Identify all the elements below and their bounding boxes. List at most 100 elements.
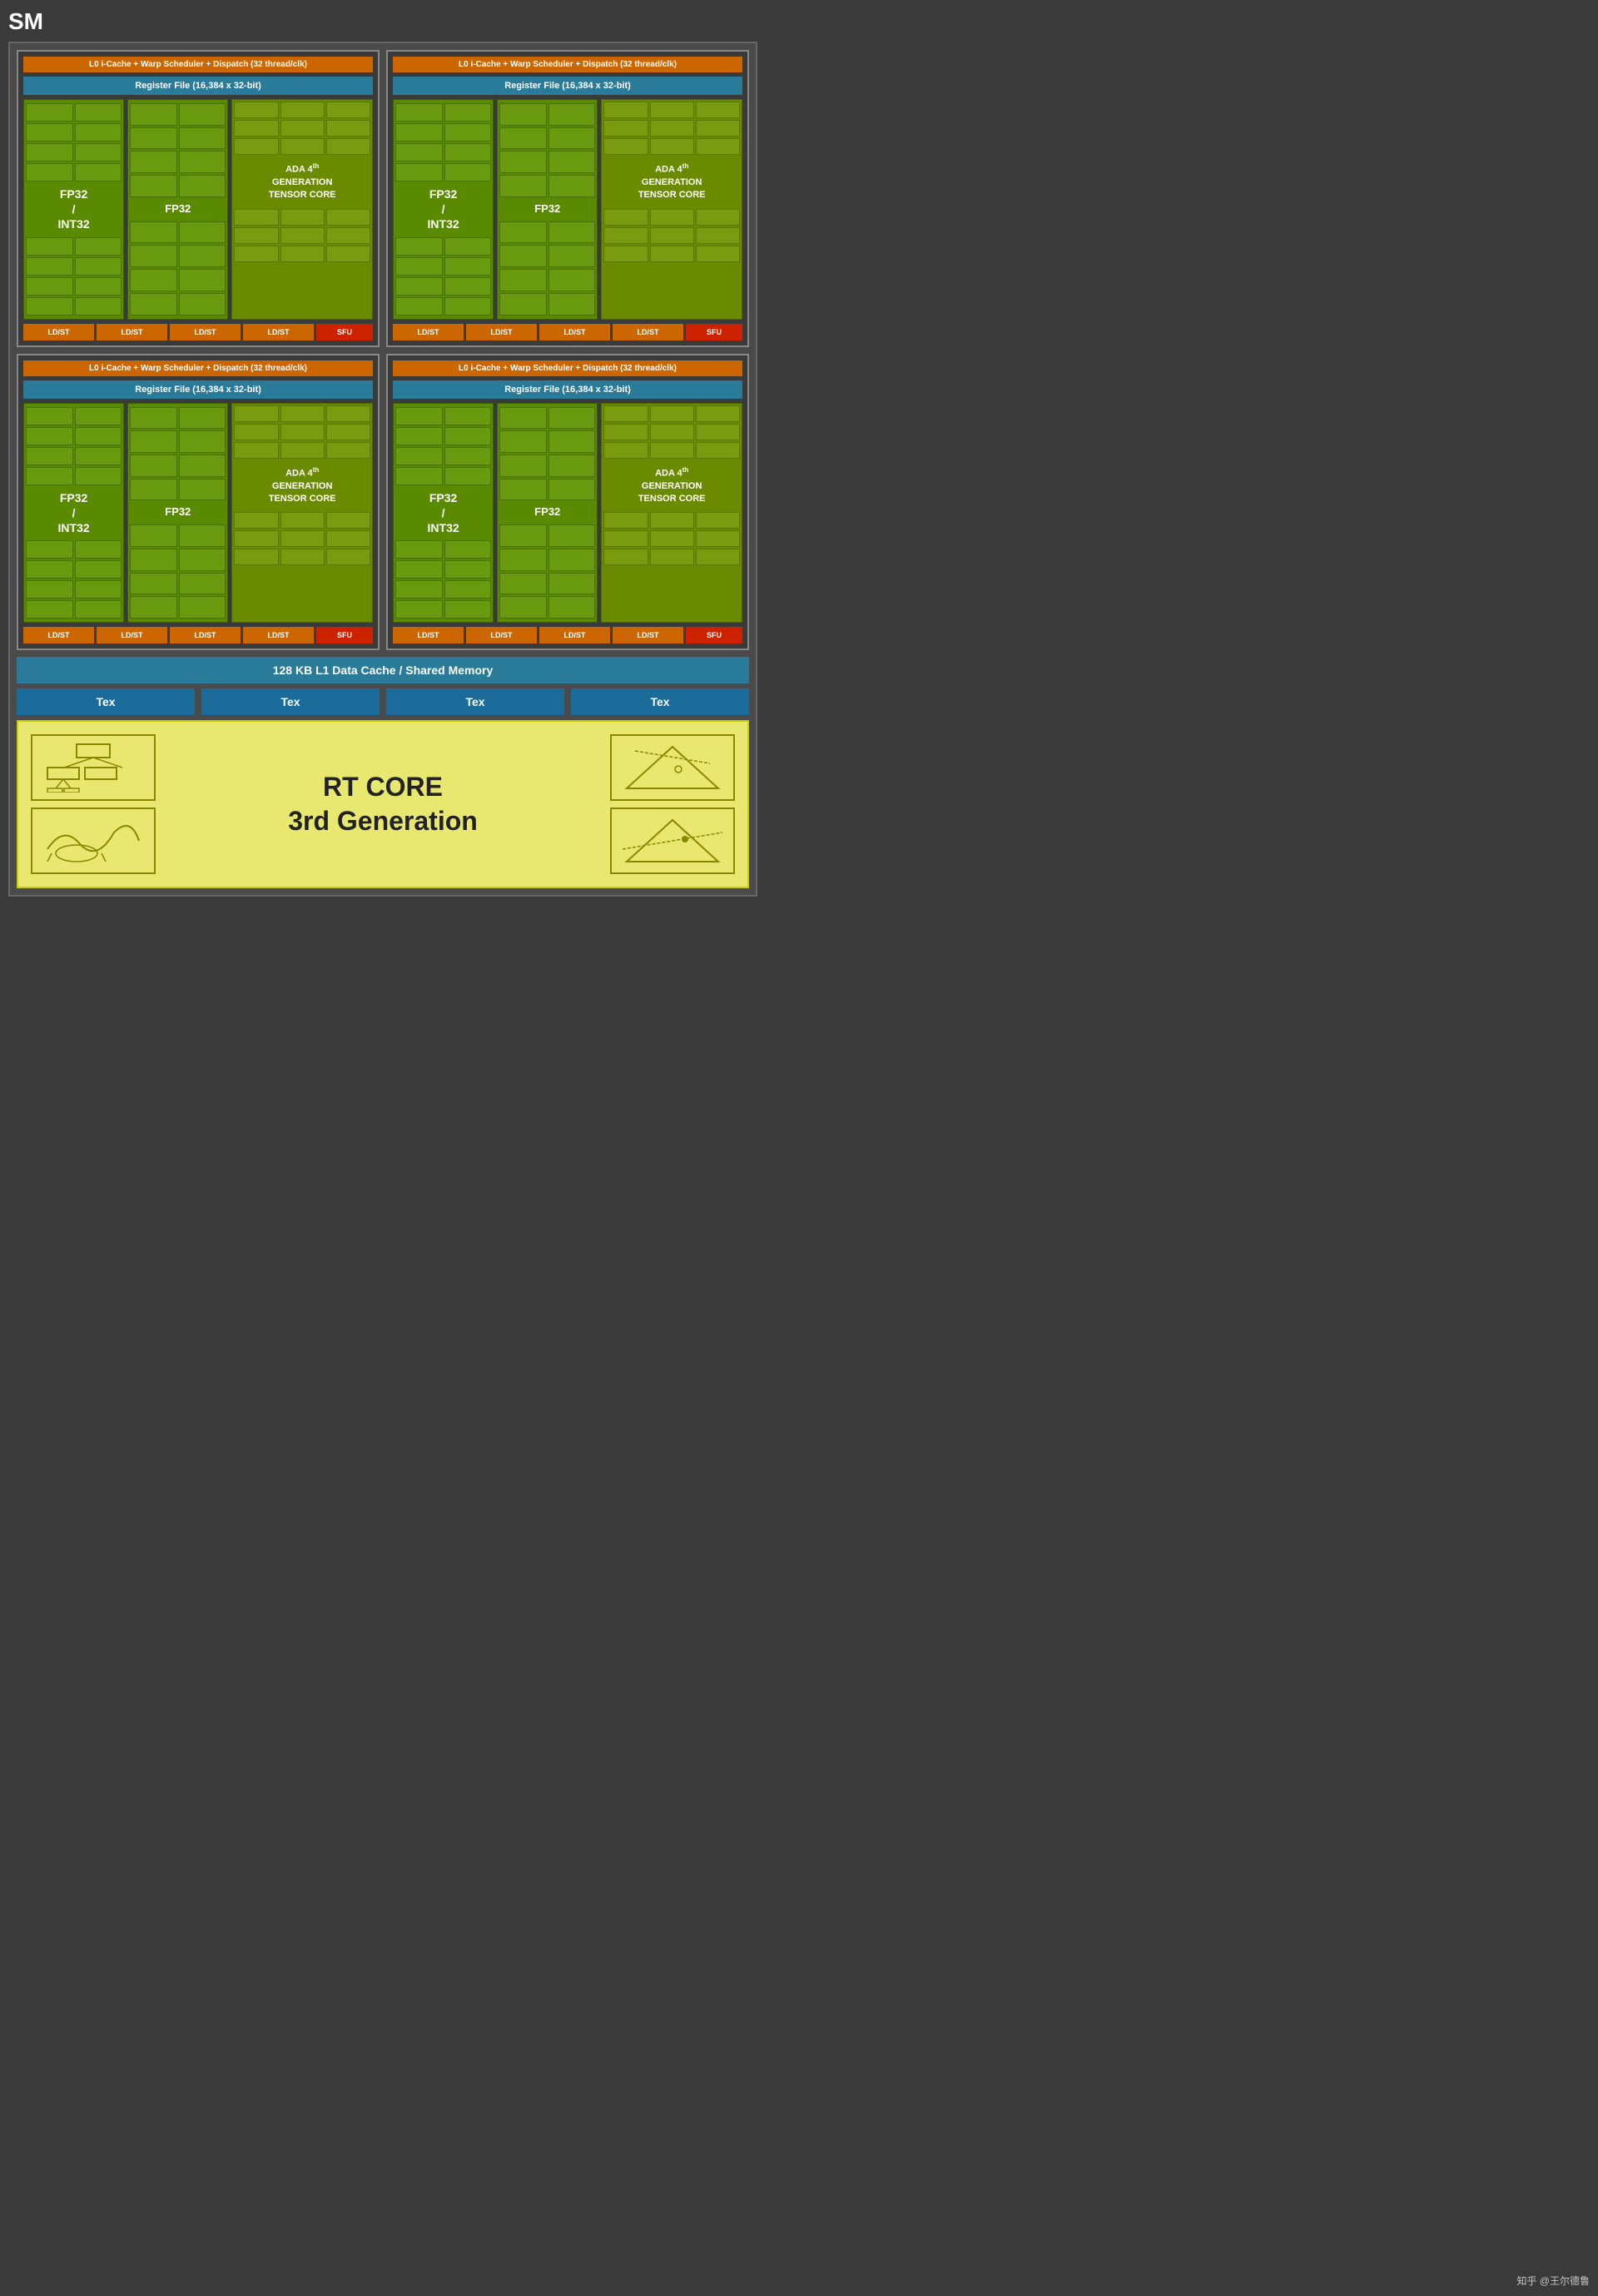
tensor-cell [696, 549, 740, 565]
tensor-cell [326, 246, 370, 262]
warp-scheduler-3: L0 i-Cache + Warp Scheduler + Dispatch (… [23, 360, 373, 376]
cu-cell [548, 549, 596, 571]
tensor-cell [280, 512, 325, 529]
cu-cell [444, 277, 492, 296]
quadrant-2: L0 i-Cache + Warp Scheduler + Dispatch (… [386, 50, 749, 347]
cu-cell [130, 455, 177, 477]
ldst-3-2: LD/ST [97, 627, 167, 644]
tensor-cell [650, 405, 694, 422]
rt-diagram-triangle-top [610, 734, 735, 801]
cu-cell [548, 245, 596, 267]
cu-cell [75, 143, 122, 162]
cu-cell [395, 257, 443, 276]
compute-units-1: FP32/INT32 [23, 99, 373, 320]
cu-cell [75, 257, 122, 276]
ldst-4-1: LD/ST [393, 627, 464, 644]
tensor-cell [280, 442, 325, 459]
cu-cell [548, 175, 596, 197]
tensor-cell [696, 246, 740, 262]
rt-left-diagrams [31, 734, 156, 874]
cu-cell [548, 269, 596, 291]
fp32-int32-block-3: FP32/INT32 [23, 403, 124, 624]
tensor-cell [326, 512, 370, 529]
cu-cell [499, 430, 547, 453]
cu-cell [179, 596, 226, 619]
tensor-cell [234, 120, 278, 137]
cu-cell [75, 467, 122, 485]
fp32-int32-label-4: FP32/INT32 [395, 485, 491, 541]
cu-cell [179, 151, 226, 173]
tensor-cell [280, 405, 325, 422]
cu-cell [26, 237, 73, 256]
cu-cell [75, 580, 122, 599]
rt-diagram-signature [31, 808, 156, 874]
cu-cell [26, 123, 73, 142]
quadrant-grid: L0 i-Cache + Warp Scheduler + Dispatch (… [17, 50, 749, 650]
tensor-cell [326, 102, 370, 118]
cu-cell [26, 257, 73, 276]
cu-cell [499, 269, 547, 291]
ldst-3-4: LD/ST [243, 627, 314, 644]
cu-cell [179, 175, 226, 197]
quadrant-3: L0 i-Cache + Warp Scheduler + Dispatch (… [17, 354, 380, 651]
tensor-cell [280, 120, 325, 137]
cu-cell [444, 467, 492, 485]
fp32-label-2: FP32 [499, 197, 595, 221]
cu-cell [395, 447, 443, 465]
fp32-int32-block-2: FP32/INT32 [393, 99, 494, 320]
cu-cell [26, 103, 73, 122]
cu-cell [26, 427, 73, 445]
cu-cell [130, 596, 177, 619]
cu-cell [548, 479, 596, 501]
tensor-cell [696, 530, 740, 547]
cu-cell [130, 103, 177, 126]
tensor-cell [696, 442, 740, 459]
tensor-cell [603, 549, 648, 565]
cu-cell [179, 269, 226, 291]
cu-cell [499, 127, 547, 150]
sfu-2: SFU [686, 324, 742, 340]
fp32-label-3: FP32 [130, 500, 226, 524]
cu-cell [130, 549, 177, 571]
tensor-block-4: ADA 4thGENERATIONTENSOR CORE [601, 403, 742, 624]
tensor-cell [326, 227, 370, 244]
cu-cell [26, 163, 73, 181]
tensor-cell [696, 102, 740, 118]
tensor-cell [650, 102, 694, 118]
cu-cell [395, 277, 443, 296]
rt-right-diagrams [610, 734, 735, 874]
tensor-cell [650, 442, 694, 459]
cu-cell [444, 237, 492, 256]
triangle-diagram-svg [618, 743, 727, 793]
bottom-row-1: LD/ST LD/ST LD/ST LD/ST SFU [23, 324, 373, 340]
tensor-cell [234, 512, 278, 529]
tensor-cell [234, 405, 278, 422]
cu-cell [548, 524, 596, 547]
tensor-cell [603, 405, 648, 422]
cu-cell [179, 221, 226, 244]
cu-cell [395, 407, 443, 425]
bottom-row-2: LD/ST LD/ST LD/ST LD/ST SFU [393, 324, 742, 340]
cu-cell [395, 427, 443, 445]
tensor-cell [326, 549, 370, 565]
tensor-cell [280, 549, 325, 565]
cu-cell [75, 600, 122, 619]
cu-cell [499, 103, 547, 126]
cu-cell [499, 407, 547, 430]
rt-core-section: RT CORE 3rd Generation [17, 720, 749, 888]
ldst-2-2: LD/ST [466, 324, 537, 340]
cu-cell [26, 467, 73, 485]
register-file-4: Register File (16,384 x 32-bit) [393, 380, 742, 399]
signature-diagram-svg [39, 816, 147, 866]
bvh-diagram-svg [39, 743, 147, 793]
cu-cell [75, 560, 122, 579]
cu-cell [395, 560, 443, 579]
tensor-cell [696, 227, 740, 244]
cu-cell [26, 560, 73, 579]
fp32-label-4: FP32 [499, 500, 595, 524]
fp32-block-2: FP32 [497, 99, 598, 320]
cu-cell [444, 600, 492, 619]
ldst-4-4: LD/ST [613, 627, 683, 644]
fp32-int32-label-2: FP32/INT32 [395, 181, 491, 237]
cu-cell [130, 127, 177, 150]
